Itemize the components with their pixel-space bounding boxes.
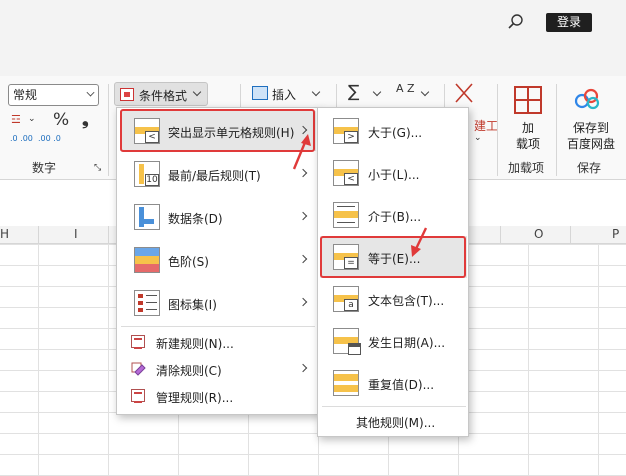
submenu-item-date-occurring[interactable]: 发生日期(A)... — [320, 320, 467, 362]
new-rule-icon — [131, 335, 145, 349]
highlight-annotation-box — [120, 109, 315, 152]
column-header-o[interactable]: O — [534, 227, 543, 241]
number-format-value: 常规 — [13, 88, 38, 102]
baidu-netdisk-icon[interactable] — [574, 88, 600, 110]
manage-rules-icon — [131, 389, 145, 403]
login-button[interactable]: 登录 — [546, 13, 592, 32]
column-divider — [38, 226, 39, 244]
column-header-h[interactable]: H — [0, 227, 9, 241]
submenu-item-label: 大于(G)... — [368, 126, 423, 140]
column-header-i[interactable]: I — [74, 227, 78, 241]
chevron-down-icon — [192, 87, 202, 97]
menu-item-label: 图标集(I) — [168, 298, 217, 312]
autosum-button[interactable]: ∑ — [348, 82, 359, 102]
save-label-line2: 百度网盘 — [566, 137, 615, 151]
dialog-launcher-icon[interactable]: ⤡ — [94, 163, 101, 173]
search-icon[interactable] — [508, 14, 524, 30]
greater-than-icon: > — [333, 118, 359, 144]
submenu-item-duplicate-values[interactable]: 重复值(D)... — [320, 362, 467, 404]
conditional-format-button[interactable]: 条件格式 — [114, 82, 208, 106]
insert-button-label[interactable]: 插入 — [272, 86, 296, 103]
top-bottom-rules-icon: 10 — [134, 161, 160, 187]
addin-group-label: 加载项 — [508, 161, 545, 175]
insert-cells-icon[interactable] — [252, 86, 268, 100]
menu-item-label: 色阶(S) — [168, 255, 209, 269]
comma-style-button[interactable]: ❟ — [82, 110, 89, 130]
between-icon — [333, 202, 359, 228]
text-contains-icon: a — [333, 286, 359, 312]
addin-label-line1: 加 — [521, 121, 534, 135]
chevron-right-icon — [298, 211, 308, 221]
submenu-item-more-rules[interactable]: 其他规则(M)... — [320, 408, 467, 434]
column-divider — [108, 226, 109, 244]
column-divider — [570, 226, 571, 244]
title-bar: 登录 — [0, 0, 626, 48]
decrease-decimal-button[interactable]: .00 .0 — [38, 134, 64, 143]
menu-item-clear-rules[interactable]: 清除规则(C) — [120, 356, 316, 382]
eraser-icon — [131, 362, 146, 376]
submenu-item-label: 文本包含(T)... — [368, 294, 445, 308]
build-tool-icon[interactable] — [454, 82, 474, 104]
addin-button-label[interactable]: 加 载项 — [510, 120, 546, 152]
conditional-format-label: 条件格式 — [139, 89, 188, 103]
submenu-item-label: 发生日期(A)... — [368, 336, 446, 350]
menu-item-manage-rules[interactable]: 管理规则(R)... — [120, 383, 316, 409]
annotation-arrow-icon — [411, 227, 428, 257]
conditional-format-menu: < 突出显示单元格规则(H) 10 最前/最后规则(T) 数据条(D) 色阶(S… — [116, 107, 319, 415]
less-than-icon: < — [333, 160, 359, 186]
menu-item-color-scales[interactable]: 色阶(S) — [120, 240, 316, 280]
menu-separator — [322, 406, 466, 407]
group-divider — [556, 84, 557, 176]
menu-item-top-bottom-rules[interactable]: 10 最前/最后规则(T) — [120, 154, 316, 194]
increase-decimal-button[interactable]: .0 .00 — [10, 134, 36, 143]
equal-to-annotation-box — [320, 236, 466, 278]
chevron-down-icon[interactable]: ⌄ — [474, 133, 482, 143]
chevron-down-icon — [86, 88, 95, 97]
save-group-label: 保存 — [577, 161, 602, 175]
currency-format-icon[interactable]: ☲ — [11, 113, 21, 126]
submenu-item-label: 其他规则(M)... — [356, 416, 436, 430]
group-divider — [497, 84, 498, 176]
submenu-item-label: 介于(B)... — [368, 210, 422, 224]
menu-item-new-rule[interactable]: 新建规则(N)... — [120, 329, 316, 355]
save-to-netdisk-label[interactable]: 保存到 百度网盘 — [564, 120, 618, 152]
color-scales-icon — [134, 247, 160, 273]
column-divider — [500, 226, 501, 244]
save-label-line1: 保存到 — [572, 121, 609, 135]
group-divider — [108, 84, 109, 176]
build-tool-label[interactable]: 建工 — [474, 117, 498, 134]
chevron-down-icon[interactable]: ⌄ — [28, 114, 36, 124]
data-bars-icon — [134, 204, 160, 230]
submenu-item-greater-than[interactable]: > 大于(G)... — [320, 110, 467, 152]
menu-item-icon-sets[interactable]: 图标集(I) — [120, 283, 316, 323]
date-occurring-icon — [333, 328, 361, 355]
chevron-right-icon — [298, 297, 308, 307]
menu-item-label: 数据条(D) — [168, 212, 223, 226]
number-group-label: 数字 — [32, 161, 57, 175]
chevron-right-icon — [298, 254, 308, 264]
number-format-select[interactable]: 常规 — [8, 84, 99, 106]
annotation-arrow-icon — [292, 134, 311, 170]
menu-item-label: 新建规则(N)... — [156, 337, 234, 351]
submenu-item-label: 小于(L)... — [368, 168, 420, 182]
icon-sets-icon — [134, 290, 160, 316]
menu-item-data-bars[interactable]: 数据条(D) — [120, 197, 316, 237]
submenu-item-label: 重复值(D)... — [368, 378, 435, 392]
menu-item-label: 清除规则(C) — [156, 364, 222, 378]
column-header-p[interactable]: P — [612, 227, 619, 241]
submenu-item-text-contains[interactable]: a 文本包含(T)... — [320, 278, 467, 320]
percent-button[interactable]: % — [53, 110, 69, 130]
menu-separator — [121, 326, 315, 327]
sort-filter-button[interactable]: A Z — [396, 83, 415, 94]
menu-item-label: 最前/最后规则(T) — [168, 169, 261, 183]
conditional-format-icon — [120, 88, 134, 101]
chevron-right-icon — [298, 363, 308, 373]
submenu-item-between[interactable]: 介于(B)... — [320, 194, 467, 236]
addin-label-line2: 载项 — [515, 137, 540, 151]
highlight-rules-submenu: > 大于(G)... < 小于(L)... 介于(B)... = 等于(E)..… — [317, 107, 469, 437]
submenu-item-less-than[interactable]: < 小于(L)... — [320, 152, 467, 194]
addin-grid-icon[interactable] — [514, 86, 542, 114]
menu-item-label: 管理规则(R)... — [156, 391, 234, 405]
duplicate-values-icon — [333, 370, 359, 396]
